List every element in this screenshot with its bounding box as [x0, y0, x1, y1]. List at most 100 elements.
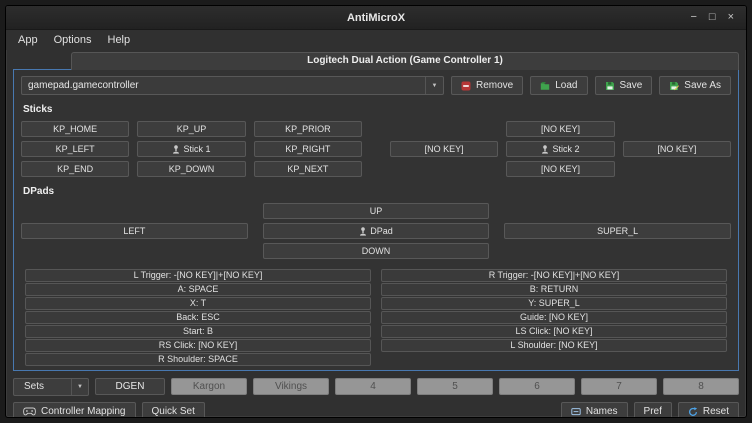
reset-button[interactable]: Reset [678, 402, 739, 418]
reset-label: Reset [703, 406, 729, 417]
stick1-up-right-button[interactable]: KP_PRIOR [254, 121, 362, 137]
controller-tabbar: Logitech Dual Action (Game Controller 1) [13, 52, 739, 69]
assignments-right-column: R Trigger: -[NO KEY]|+[NO KEY] B: RETURN… [381, 269, 727, 366]
r-trigger-button[interactable]: R Trigger: -[NO KEY]|+[NO KEY] [381, 269, 727, 282]
stick1-right-button[interactable]: KP_RIGHT [254, 141, 362, 157]
profile-combobox-value: gamepad.gamecontroller [28, 80, 425, 91]
controller-mapping-label: Controller Mapping [41, 406, 126, 417]
open-folder-icon [540, 81, 550, 91]
set-tab-kargon[interactable]: Kargon [171, 378, 247, 395]
set-tab-8[interactable]: 8 [663, 378, 739, 395]
dpad-label: DPad [370, 226, 393, 236]
bottom-right-group: Names Pref Reset [561, 402, 739, 418]
stick1-label: Stick 1 [183, 144, 210, 154]
sets-menu-button[interactable]: Sets ▼ [13, 378, 89, 396]
dpad-left-button[interactable]: LEFT [21, 223, 248, 239]
stick2-grid: [NO KEY] [NO KEY] Stick 2 [NO KEY] [NO K… [390, 121, 731, 177]
remove-button[interactable]: Remove [451, 76, 523, 95]
profile-combobox[interactable]: gamepad.gamecontroller ▼ [21, 76, 444, 95]
pref-button[interactable]: Pref [634, 402, 672, 418]
assignments-left-column: L Trigger: -[NO KEY]|+[NO KEY] A: SPACE … [25, 269, 371, 366]
button-assignments: L Trigger: -[NO KEY]|+[NO KEY] A: SPACE … [21, 269, 731, 366]
stick2-down-button[interactable]: [NO KEY] [506, 161, 614, 177]
titlebar[interactable]: AntiMicroX − □ × [6, 6, 746, 30]
rs-click-button[interactable]: RS Click: [NO KEY] [25, 339, 371, 352]
quick-set-label: Quick Set [152, 406, 195, 417]
stick1-button[interactable]: Stick 1 [137, 141, 245, 157]
r-shoulder-button[interactable]: R Shoulder: SPACE [25, 353, 371, 366]
remove-label: Remove [476, 80, 513, 91]
names-button[interactable]: Names [561, 402, 628, 418]
dpad-right-button[interactable]: SUPER_L [504, 223, 731, 239]
sets-label: Sets [24, 381, 44, 392]
stick2-label: Stick 2 [552, 144, 579, 154]
guide-button[interactable]: Guide: [NO KEY] [381, 311, 727, 324]
save-button[interactable]: Save [595, 76, 653, 95]
tab-controller[interactable]: Logitech Dual Action (Game Controller 1) [71, 52, 739, 70]
sets-row: Sets ▼ DGEN Kargon Vikings 4 5 6 7 8 [6, 371, 746, 399]
sticks-area: KP_HOME KP_UP KP_PRIOR KP_LEFT Stick 1 K… [21, 121, 731, 177]
set-tab-5[interactable]: 5 [417, 378, 493, 395]
set-tab-7[interactable]: 7 [581, 378, 657, 395]
pref-label: Pref [644, 406, 662, 417]
dpad-down-button[interactable]: DOWN [263, 243, 490, 259]
sticks-section-label: Sticks [23, 104, 731, 115]
back-button[interactable]: Back: ESC [25, 311, 371, 324]
close-icon[interactable]: × [728, 12, 734, 23]
dpad-button[interactable]: DPad [263, 223, 490, 239]
menubar: App Options Help [6, 30, 746, 50]
menu-app[interactable]: App [10, 32, 46, 48]
menu-help[interactable]: Help [100, 32, 139, 48]
minimize-icon[interactable]: − [690, 12, 696, 23]
controller-mapping-button[interactable]: Controller Mapping [13, 402, 136, 418]
bottom-bar: Controller Mapping Quick Set Names Pref [6, 399, 746, 418]
stick1-left-button[interactable]: KP_LEFT [21, 141, 129, 157]
save-label: Save [620, 80, 643, 91]
save-as-label: Save As [684, 80, 721, 91]
window-controls: − □ × [690, 12, 746, 23]
load-button[interactable]: Load [530, 76, 587, 95]
load-label: Load [555, 80, 577, 91]
x-button[interactable]: X: T [25, 297, 371, 310]
set-tab-dgen[interactable]: DGEN [95, 378, 165, 395]
b-button[interactable]: B: RETURN [381, 283, 727, 296]
stick1-down-left-button[interactable]: KP_END [21, 161, 129, 177]
quick-set-button[interactable]: Quick Set [142, 402, 205, 418]
start-button[interactable]: Start: B [25, 325, 371, 338]
stick1-grid: KP_HOME KP_UP KP_PRIOR KP_LEFT Stick 1 K… [21, 121, 362, 177]
y-button[interactable]: Y: SUPER_L [381, 297, 727, 310]
save-as-button[interactable]: Save As [659, 76, 731, 95]
dpad-grid: UP LEFT DPad SUPER_L DOWN [21, 203, 731, 259]
save-icon [605, 81, 615, 91]
gamepad-icon [23, 407, 36, 416]
stick2-button[interactable]: Stick 2 [506, 141, 614, 157]
chevron-down-icon: ▼ [425, 77, 443, 94]
stick1-up-button[interactable]: KP_UP [137, 121, 245, 137]
l-shoulder-button[interactable]: L Shoulder: [NO KEY] [381, 339, 727, 352]
set-tab-6[interactable]: 6 [499, 378, 575, 395]
stick1-down-button[interactable]: KP_DOWN [137, 161, 245, 177]
set-tab-4[interactable]: 4 [335, 378, 411, 395]
profile-row: gamepad.gamecontroller ▼ Remove Load [21, 76, 731, 95]
menu-options[interactable]: Options [46, 32, 100, 48]
ls-click-button[interactable]: LS Click: [NO KEY] [381, 325, 727, 338]
desktop-background: AntiMicroX − □ × App Options Help Logite… [0, 0, 752, 423]
stick2-up-button[interactable]: [NO KEY] [506, 121, 614, 137]
controller-pane: gamepad.gamecontroller ▼ Remove Load [13, 69, 739, 371]
window-title: AntiMicroX [6, 12, 746, 24]
dpad-up-button[interactable]: UP [263, 203, 490, 219]
l-trigger-button[interactable]: L Trigger: -[NO KEY]|+[NO KEY] [25, 269, 371, 282]
stick2-left-button[interactable]: [NO KEY] [390, 141, 498, 157]
stick1-up-left-button[interactable]: KP_HOME [21, 121, 129, 137]
joystick-icon [541, 145, 549, 154]
stick2-right-button[interactable]: [NO KEY] [623, 141, 731, 157]
a-button[interactable]: A: SPACE [25, 283, 371, 296]
save-as-icon [669, 81, 679, 91]
stick1-down-right-button[interactable]: KP_NEXT [254, 161, 362, 177]
chevron-down-icon: ▼ [71, 379, 88, 395]
maximize-icon[interactable]: □ [709, 12, 716, 23]
names-label: Names [586, 406, 618, 417]
reset-icon [688, 407, 698, 417]
set-tab-vikings[interactable]: Vikings [253, 378, 329, 395]
dpads-section-label: DPads [23, 186, 731, 197]
